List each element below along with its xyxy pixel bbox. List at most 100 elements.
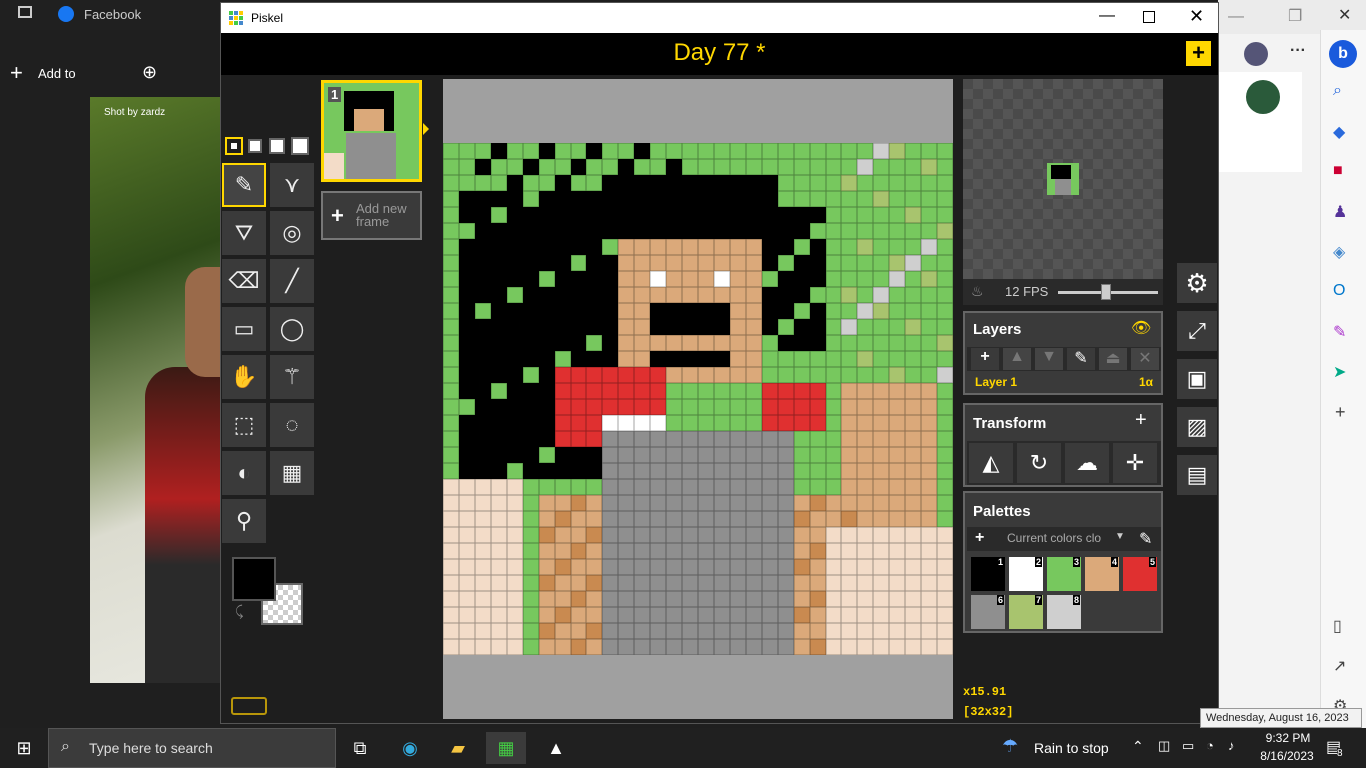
pixel[interactable]: [554, 175, 571, 191]
pixel[interactable]: [825, 383, 842, 399]
pixel[interactable]: [889, 159, 906, 175]
pixel[interactable]: [793, 511, 810, 527]
pixel[interactable]: [825, 287, 842, 303]
pixel[interactable]: [554, 527, 571, 543]
pixel[interactable]: [443, 335, 459, 351]
pixel[interactable]: [522, 223, 539, 239]
pixel[interactable]: [474, 383, 491, 399]
pixel[interactable]: [825, 415, 842, 431]
pixel[interactable]: [825, 303, 842, 319]
pixel[interactable]: [857, 143, 874, 159]
designer-icon[interactable]: ✎: [1333, 322, 1346, 342]
onion-skin-icon[interactable]: ♨: [971, 283, 984, 300]
magic-wand-tool[interactable]: ⚚: [270, 355, 314, 399]
pixel[interactable]: [458, 559, 475, 575]
pixel[interactable]: [777, 239, 794, 255]
pixel[interactable]: [873, 479, 890, 495]
pixel[interactable]: [618, 335, 635, 351]
pixel[interactable]: [474, 543, 491, 559]
pixel[interactable]: [682, 207, 698, 223]
pixel[interactable]: [634, 623, 651, 639]
pixel[interactable]: [761, 447, 778, 463]
pixel[interactable]: [474, 607, 491, 623]
pixel[interactable]: [522, 399, 539, 415]
pixel[interactable]: [634, 575, 651, 591]
pixel[interactable]: [554, 271, 571, 287]
pixel[interactable]: [793, 415, 810, 431]
pixel[interactable]: [793, 591, 810, 607]
pixel[interactable]: [889, 303, 906, 319]
resize-icon[interactable]: ⤢: [1177, 311, 1217, 351]
pixel[interactable]: [745, 527, 762, 543]
pixel[interactable]: [538, 543, 555, 559]
pixel[interactable]: [841, 623, 858, 639]
pixel[interactable]: [745, 319, 762, 335]
pixel[interactable]: [698, 527, 714, 543]
pixel[interactable]: [682, 239, 698, 255]
pixel[interactable]: [443, 351, 459, 367]
pixel[interactable]: [634, 639, 651, 655]
pixel[interactable]: [618, 527, 635, 543]
pixel[interactable]: [666, 271, 683, 287]
pixel[interactable]: [666, 175, 683, 191]
pixel[interactable]: [905, 447, 922, 463]
rotate-icon[interactable]: ↻: [1017, 443, 1061, 483]
pixel[interactable]: [666, 463, 683, 479]
pixel[interactable]: [666, 287, 683, 303]
pixel[interactable]: [602, 191, 619, 207]
pixel[interactable]: [777, 591, 794, 607]
pixel[interactable]: [490, 447, 507, 463]
pixel[interactable]: [618, 303, 635, 319]
pixel[interactable]: [761, 623, 778, 639]
rectangle-select-tool[interactable]: ⬚: [222, 403, 266, 447]
pixel[interactable]: [713, 559, 730, 575]
pixel[interactable]: [937, 591, 953, 607]
add-to-button[interactable]: Add to: [38, 66, 76, 81]
pixel[interactable]: [634, 383, 651, 399]
close-icon[interactable]: ✕: [1338, 5, 1351, 25]
pixel[interactable]: [506, 639, 523, 655]
pixel[interactable]: [937, 175, 953, 191]
pixel[interactable]: [506, 207, 523, 223]
pen-size-3[interactable]: [269, 138, 285, 154]
pixel[interactable]: [682, 335, 698, 351]
pixel[interactable]: [713, 479, 730, 495]
pixel[interactable]: [602, 575, 619, 591]
pixel[interactable]: [443, 527, 459, 543]
pixel[interactable]: [698, 175, 714, 191]
pixel[interactable]: [905, 623, 922, 639]
pixel[interactable]: [443, 447, 459, 463]
pixel[interactable]: [713, 271, 730, 287]
transform-more-icon[interactable]: +: [1135, 409, 1147, 432]
pixel[interactable]: [506, 271, 523, 287]
pixel[interactable]: [666, 447, 683, 463]
pixel[interactable]: [921, 191, 938, 207]
external-icon[interactable]: ↗: [1333, 656, 1346, 676]
pixel[interactable]: [889, 463, 906, 479]
pixel[interactable]: [921, 159, 938, 175]
pixel[interactable]: [554, 431, 571, 447]
pixel[interactable]: [506, 335, 523, 351]
pixel[interactable]: [650, 367, 667, 383]
pixel[interactable]: [458, 383, 475, 399]
pixel[interactable]: [490, 287, 507, 303]
palette-swatch[interactable]: 7: [1009, 595, 1043, 629]
pixel[interactable]: [841, 175, 858, 191]
pixel[interactable]: [921, 607, 938, 623]
pixel[interactable]: [713, 255, 730, 271]
pixel[interactable]: [841, 383, 858, 399]
pixel[interactable]: [682, 479, 698, 495]
pixel[interactable]: [650, 191, 667, 207]
pixel[interactable]: [602, 543, 619, 559]
pixel[interactable]: [522, 559, 539, 575]
pixel[interactable]: [857, 591, 874, 607]
pixel[interactable]: [570, 463, 587, 479]
stroke-tool[interactable]: ╱: [270, 259, 314, 303]
pixel[interactable]: [857, 287, 874, 303]
pixel[interactable]: [538, 607, 555, 623]
pixel[interactable]: [506, 383, 523, 399]
copilot-icon[interactable]: ◈: [1333, 242, 1345, 262]
settings-gear-icon[interactable]: ⚙: [1177, 263, 1217, 303]
pixel[interactable]: [889, 447, 906, 463]
pixel[interactable]: [522, 415, 539, 431]
